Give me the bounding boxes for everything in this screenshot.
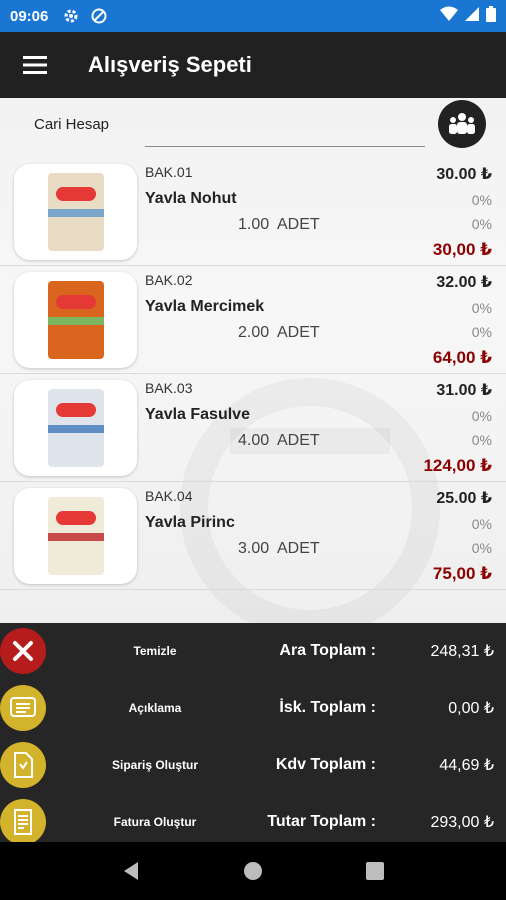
product-discount-2: 0% xyxy=(471,432,492,448)
product-unit: ADET xyxy=(277,540,320,557)
recents-icon[interactable] xyxy=(355,851,395,891)
discount-total-label: İsk. Toplam : xyxy=(279,699,376,716)
product-qty: 1.00 xyxy=(238,216,270,233)
product-qty: 3.00 xyxy=(238,540,270,557)
product-name: Yavla Pirinc xyxy=(145,514,235,531)
cart-item[interactable]: BAK.01 Yavla Nohut 1.00 ADET 30.00 ₺ 0% … xyxy=(0,158,506,266)
product-name: Yavla Nohut xyxy=(145,190,237,207)
vat-total-label: Kdv Toplam : xyxy=(275,756,376,773)
product-code: BAK.01 xyxy=(145,164,193,180)
cart-item[interactable]: BAK.02 Yavla Mercimek 2.00 ADET 32.00 ₺ … xyxy=(0,266,506,374)
note-icon[interactable] xyxy=(0,685,46,731)
product-total: 124,00 ₺ xyxy=(423,456,492,475)
product-qty: 4.00 xyxy=(238,432,270,449)
action-row-note: Açıklama İsk. Toplam : 0,00 ₺ xyxy=(0,680,506,736)
create-invoice-button[interactable]: Fatura Oluştur xyxy=(80,815,230,829)
signal-icon xyxy=(464,6,480,27)
cart-item[interactable]: BAK.03 Yavla Fasulve 4.00 ADET 31.00 ₺ 0… xyxy=(0,374,506,482)
product-qty: 2.00 xyxy=(238,324,270,341)
product-image xyxy=(14,380,137,476)
people-icon xyxy=(449,113,475,134)
hamburger-menu-icon[interactable] xyxy=(0,32,70,98)
app-bar: Alışveriş Sepeti xyxy=(0,32,506,98)
home-icon[interactable] xyxy=(233,851,273,891)
summary-panel: Temizle Ara Toplam : 248,31 ₺ Açıklama İ… xyxy=(0,623,506,845)
cart-item[interactable]: BAK.04 Yavla Pirinc 3.00 ADET 25.00 ₺ 0%… xyxy=(0,482,506,590)
order-icon[interactable] xyxy=(0,742,46,788)
product-image xyxy=(14,488,137,584)
discount-total-value: 0,00 ₺ xyxy=(448,700,494,717)
product-discount-1: 0% xyxy=(471,192,492,208)
product-unit: ADET xyxy=(277,216,320,233)
product-image xyxy=(14,272,137,368)
product-discount-2: 0% xyxy=(471,540,492,556)
clear-button[interactable]: Temizle xyxy=(80,644,230,658)
subtotal-label: Ara Toplam : xyxy=(279,642,376,659)
product-total: 75,00 ₺ xyxy=(432,564,492,583)
product-image xyxy=(14,164,137,260)
product-code: BAK.04 xyxy=(145,488,193,504)
action-row-clear: Temizle Ara Toplam : 248,31 ₺ xyxy=(0,623,506,679)
page-title: Alışveriş Sepeti xyxy=(88,52,252,77)
product-code: BAK.03 xyxy=(145,380,193,396)
product-code: BAK.02 xyxy=(145,272,193,288)
product-total: 30,00 ₺ xyxy=(432,240,492,259)
product-price: 30.00 ₺ xyxy=(436,166,492,183)
grand-total-label: Tutar Toplam : xyxy=(267,813,376,830)
invoice-icon[interactable] xyxy=(0,799,46,845)
product-discount-1: 0% xyxy=(471,408,492,424)
close-icon[interactable] xyxy=(0,628,46,674)
product-name: Yavla Mercimek xyxy=(145,298,265,315)
grand-total-value: 293,00 ₺ xyxy=(430,814,494,831)
vat-total-value: 44,69 ₺ xyxy=(439,757,494,774)
settings-icon xyxy=(62,7,80,25)
product-unit: ADET xyxy=(277,324,320,341)
subtotal-value: 248,31 ₺ xyxy=(430,643,494,660)
create-order-button[interactable]: Sipariş Oluştur xyxy=(80,758,230,772)
product-total: 64,00 ₺ xyxy=(432,348,492,367)
cart-content: Cari Hesap BAK.01 Yavla Nohut 1.00 ADET … xyxy=(0,98,506,623)
product-price: 25.00 ₺ xyxy=(436,490,492,507)
product-price: 32.00 ₺ xyxy=(436,274,492,291)
wifi-icon xyxy=(440,6,458,27)
product-discount-2: 0% xyxy=(471,216,492,232)
cari-label: Cari Hesap xyxy=(34,116,110,133)
product-price: 31.00 ₺ xyxy=(436,382,492,399)
battery-icon xyxy=(486,5,496,27)
data-saver-icon xyxy=(90,7,108,25)
cari-input-line[interactable] xyxy=(145,146,425,147)
product-discount-2: 0% xyxy=(471,324,492,340)
product-unit: ADET xyxy=(277,432,320,449)
note-button[interactable]: Açıklama xyxy=(80,701,230,715)
product-discount-1: 0% xyxy=(471,300,492,316)
status-bar: 09:06 xyxy=(0,0,506,32)
product-name: Yavla Fasulve xyxy=(145,406,250,423)
product-discount-1: 0% xyxy=(471,516,492,532)
status-time: 09:06 xyxy=(10,7,49,25)
back-icon[interactable] xyxy=(111,851,151,891)
customer-select-button[interactable] xyxy=(438,100,486,148)
system-nav-bar xyxy=(0,842,506,900)
action-row-order: Sipariş Oluştur Kdv Toplam : 44,69 ₺ xyxy=(0,737,506,793)
